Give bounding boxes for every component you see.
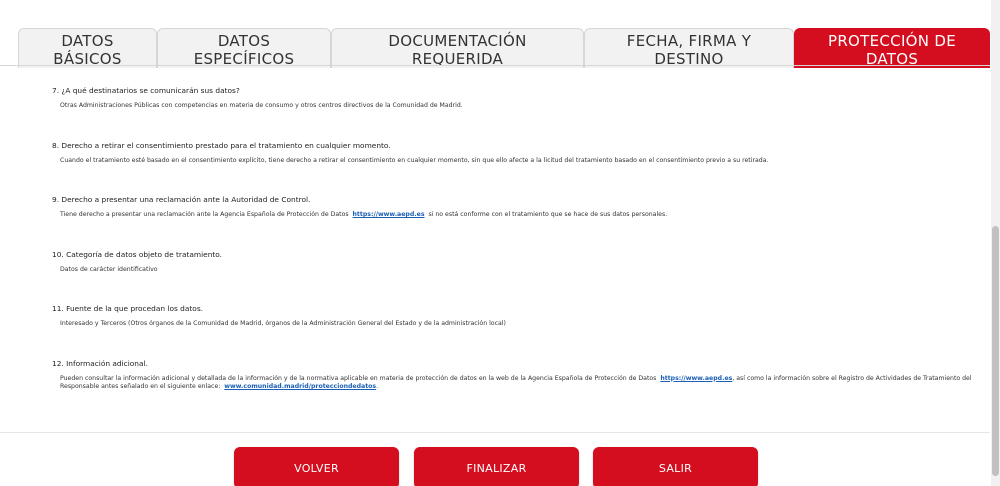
section-body: Datos de carácter identificativo (60, 265, 158, 273)
data-protection-content: 7. ¿A qué destinatarios se comunicarán s… (52, 86, 972, 422)
section-body-text: Tiene derecho a presentar una reclamació… (60, 211, 349, 218)
section-fuente-datos: 11. Fuente de la que procedan los datos.… (52, 304, 972, 329)
tab-label-line1: DATOS (61, 32, 114, 50)
section-retirar-consentimiento: 8. Derecho a retirar el consentimiento p… (52, 141, 972, 166)
section-title: 7. ¿A qué destinatarios se comunicarán s… (52, 86, 240, 95)
section-categoria-datos: 10. Categoría de datos objeto de tratami… (52, 250, 972, 275)
tab-label-line1: DOCUMENTACIÓN (388, 32, 527, 50)
section-title: 9. Derecho a presentar una reclamación a… (52, 195, 311, 204)
tab-datos-especificos[interactable]: DATOS ESPECÍFICOS (157, 28, 331, 68)
aepd-link[interactable]: https://www.aepd.es (353, 211, 425, 218)
tab-proteccion-datos[interactable]: PROTECCIÓN DE DATOS (794, 28, 990, 68)
section-title: 12. Información adicional. (52, 358, 148, 368)
section-body: Interesado y Terceros (Otros órganos de … (60, 320, 506, 327)
exit-button[interactable]: SALIR (593, 447, 758, 486)
section-destinatarios: 7. ¿A qué destinatarios se comunicarán s… (52, 86, 972, 111)
finish-button[interactable]: FINALIZAR (414, 447, 579, 486)
tab-divider (0, 65, 990, 66)
section-title: 10. Categoría de datos objeto de tratami… (52, 249, 223, 259)
tab-label-line1: PROTECCIÓN DE (827, 32, 956, 50)
aepd-link[interactable]: https://www.aepd.es (660, 375, 732, 382)
section-body: Cuando el tratamiento esté basado en el … (60, 156, 769, 164)
tab-bar: DATOS BÁSICOS DATOS ESPECÍFICOS DOCUMENT… (0, 0, 990, 68)
section-body: Otras Administraciones Públicas con comp… (60, 102, 463, 109)
section-title: 11. Fuente de la que procedan los datos. (52, 304, 204, 313)
section-body: Tiene derecho a presentar una reclamació… (60, 211, 972, 220)
tab-label-line1: DATOS (217, 32, 271, 50)
page: DATOS BÁSICOS DATOS ESPECÍFICOS DOCUMENT… (0, 0, 1000, 486)
section-informacion-adicional: 12. Información adicional. Pueden consul… (52, 359, 972, 392)
section-body-text: . (376, 383, 379, 390)
tab-datos-basicos[interactable]: DATOS BÁSICOS (18, 28, 157, 68)
section-reclamacion: 9. Derecho a presentar una reclamación a… (52, 195, 972, 220)
section-body: Pueden consultar la información adiciona… (60, 375, 972, 392)
section-title: 8. Derecho a retirar el consentimiento p… (52, 140, 391, 150)
section-body-text: Pueden consultar la información adiciona… (60, 374, 657, 382)
tab-documentacion-requerida[interactable]: DOCUMENTACIÓN REQUERIDA (331, 28, 584, 68)
tab-label-line1: FECHA, FIRMA Y (626, 32, 752, 50)
scrollbar-thumb[interactable] (992, 226, 999, 476)
scrollbar-track[interactable] (991, 0, 1000, 486)
tab-fecha-firma-destino[interactable]: FECHA, FIRMA Y DESTINO (584, 28, 794, 68)
back-button[interactable]: VOLVER (234, 447, 399, 486)
footer-divider (0, 432, 990, 433)
proteccion-datos-link[interactable]: www.comunidad.madrid/protecciondedatos (224, 383, 376, 390)
section-body-text: si no está conforme con el tratamiento q… (428, 211, 668, 218)
